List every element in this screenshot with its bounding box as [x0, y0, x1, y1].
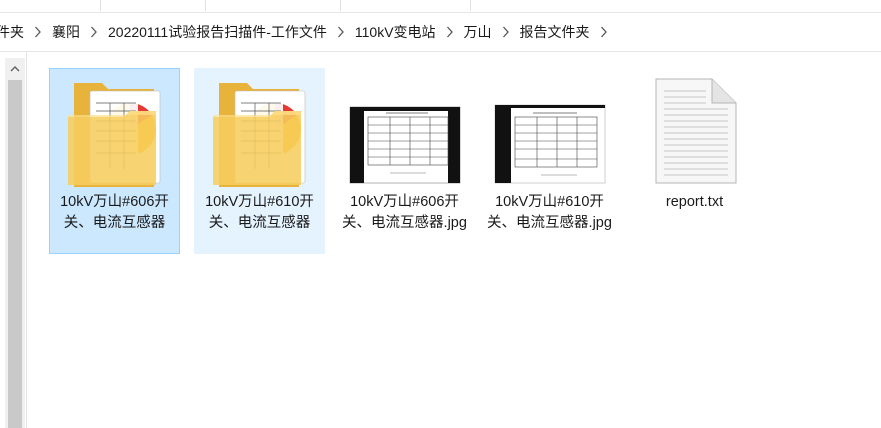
folder-item[interactable]: 10kV万山#610开关、电流互感器	[194, 68, 325, 254]
file-name: 10kV万山#610开关、电流互感器.jpg	[487, 194, 612, 231]
text-document-icon	[630, 69, 759, 189]
chevron-right-icon[interactable]	[502, 25, 510, 39]
ribbon-divider	[470, 0, 471, 11]
file-name: report.txt	[665, 194, 724, 210]
image-thumbnail-icon	[485, 69, 614, 189]
folder-icon	[50, 69, 179, 189]
image-file-item[interactable]: 10kV万山#606开关、电流互感器.jpg	[339, 68, 470, 254]
folder-icon	[195, 69, 324, 189]
breadcrumb-item[interactable]: 110kV变电站	[349, 22, 442, 42]
ribbon-remnant	[0, 0, 881, 13]
chevron-right-icon[interactable]	[90, 25, 98, 39]
scroll-up-arrow-icon[interactable]	[5, 58, 25, 80]
breadcrumb: 件夹 襄阳 20220111试验报告扫描件-工作文件 110kV变电站 万山 报…	[0, 13, 612, 51]
breadcrumb-item[interactable]: 报告文件夹	[514, 22, 596, 42]
breadcrumb-item[interactable]: 件夹	[0, 22, 30, 42]
file-name: 10kV万山#606开关、电流互感器.jpg	[342, 194, 467, 231]
ribbon-divider	[100, 0, 101, 11]
pane-divider[interactable]	[26, 52, 27, 428]
breadcrumb-item[interactable]: 万山	[458, 22, 498, 42]
nav-pane-scrollbar[interactable]	[5, 58, 25, 428]
chevron-right-icon[interactable]	[34, 25, 42, 39]
scrollbar-thumb[interactable]	[8, 80, 22, 428]
breadcrumb-item[interactable]: 襄阳	[46, 22, 86, 42]
ribbon-divider	[340, 0, 341, 11]
image-file-item[interactable]: 10kV万山#610开关、电流互感器.jpg	[484, 68, 615, 254]
ribbon-divider	[205, 0, 206, 11]
chevron-right-icon[interactable]	[446, 25, 454, 39]
text-file-item[interactable]: report.txt	[629, 68, 760, 254]
folder-item[interactable]: 10kV万山#606开关、电流互感器	[49, 68, 180, 254]
image-thumbnail-icon	[340, 69, 469, 189]
breadcrumb-item[interactable]: 20220111试验报告扫描件-工作文件	[102, 22, 333, 42]
file-name: 10kV万山#610开关、电流互感器	[205, 194, 314, 231]
file-name: 10kV万山#606开关、电流互感器	[60, 194, 169, 231]
chevron-right-icon[interactable]	[600, 25, 608, 39]
address-bar[interactable]: 件夹 襄阳 20220111试验报告扫描件-工作文件 110kV变电站 万山 报…	[0, 13, 881, 52]
chevron-right-icon[interactable]	[337, 25, 345, 39]
